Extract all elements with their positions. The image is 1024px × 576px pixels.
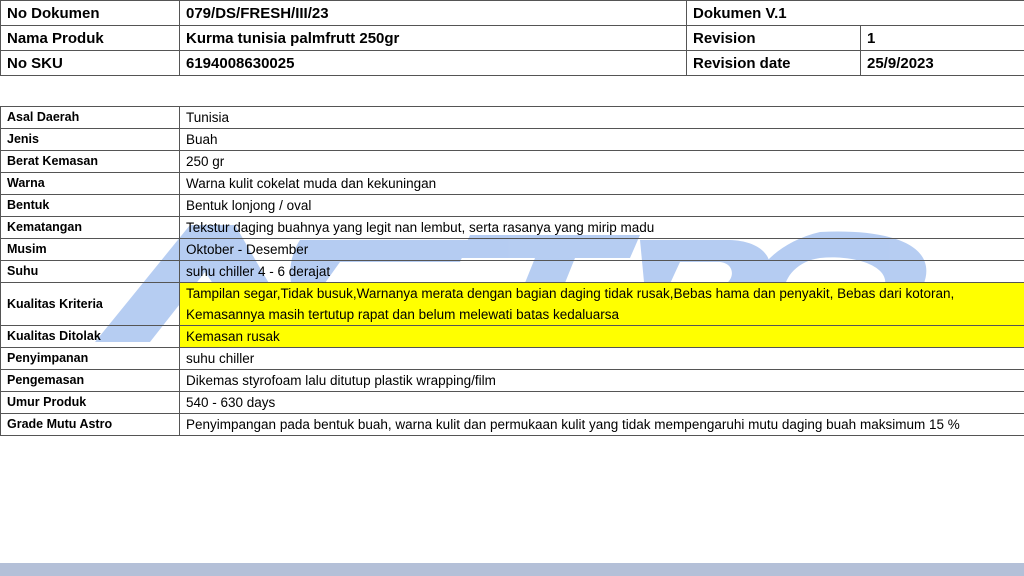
spec-value: Bentuk lonjong / oval [179,194,1024,217]
doc-no-value: 079/DS/FRESH/III/23 [179,0,687,26]
spec-value: 540 - 630 days [179,391,1024,414]
doc-no-label: No Dokumen [0,0,180,26]
spec-row: Asal Daerah Tunisia [0,106,1024,129]
spec-value: 250 gr [179,150,1024,173]
product-label: Nama Produk [0,25,180,51]
header-row: No Dokumen 079/DS/FRESH/III/23 Dokumen V… [0,0,1024,26]
spec-value: Oktober - Desember [179,238,1024,261]
spec-label: Suhu [0,260,180,283]
spec-label: Warna [0,172,180,195]
spec-row: Kematangan Tekstur daging buahnya yang l… [0,216,1024,239]
spec-row: Warna Warna kulit cokelat muda dan kekun… [0,172,1024,195]
spec-row: Jenis Buah [0,128,1024,151]
revision-label: Revision [686,25,861,51]
spec-label: Penyimpanan [0,347,180,370]
spec-value: Tampilan segar,Tidak busuk,Warnanya mera… [179,282,1024,326]
spec-label: Bentuk [0,194,180,217]
slide-footer-bar [0,563,1024,576]
spec-label: Grade Mutu Astro [0,413,180,436]
spec-row-highlighted: Kualitas Kriteria Tampilan segar,Tidak b… [0,282,1024,326]
spec-label: Kualitas Ditolak [0,325,180,348]
spec-row: Suhu suhu chiller 4 - 6 derajat [0,260,1024,283]
spec-label: Kematangan [0,216,180,239]
revision-date-value: 25/9/2023 [860,50,1024,76]
spec-value: Tekstur daging buahnya yang legit nan le… [179,216,1024,239]
spec-label: Umur Produk [0,391,180,414]
spec-row-highlighted: Kualitas Ditolak Kemasan rusak [0,325,1024,348]
sku-label: No SKU [0,50,180,76]
product-spec-table: Asal Daerah Tunisia Jenis Buah Berat Kem… [0,106,1024,436]
spec-row: Penyimpanan suhu chiller [0,347,1024,370]
revision-value: 1 [860,25,1024,51]
spec-value: Tunisia [179,106,1024,129]
spec-value: Warna kulit cokelat muda dan kekuningan [179,172,1024,195]
spec-value: Penyimpangan pada bentuk buah, warna kul… [179,413,1024,436]
spec-label: Kualitas Kriteria [0,282,180,326]
spec-value-line: Kemasannya masih tertutup rapat dan belu… [186,307,619,322]
spec-row: Umur Produk 540 - 630 days [0,391,1024,414]
spec-row: Musim Oktober - Desember [0,238,1024,261]
header-row: No SKU 6194008630025 Revision date 25/9/… [0,50,1024,76]
spec-row: Pengemasan Dikemas styrofoam lalu ditutu… [0,369,1024,392]
spec-value: Kemasan rusak [179,325,1024,348]
spec-label: Berat Kemasan [0,150,180,173]
header-row: Nama Produk Kurma tunisia palmfrutt 250g… [0,25,1024,51]
spec-row: Bentuk Bentuk lonjong / oval [0,194,1024,217]
product-value: Kurma tunisia palmfrutt 250gr [179,25,687,51]
sku-value: 6194008630025 [179,50,687,76]
revision-date-label: Revision date [686,50,861,76]
doc-version: Dokumen V.1 [686,0,1024,26]
spec-value: Dikemas styrofoam lalu ditutup plastik w… [179,369,1024,392]
spec-label: Asal Daerah [0,106,180,129]
spec-label: Musim [0,238,180,261]
spec-row: Berat Kemasan 250 gr [0,150,1024,173]
spec-value: Buah [179,128,1024,151]
spec-row: Grade Mutu Astro Penyimpangan pada bentu… [0,413,1024,436]
document-header-table: No Dokumen 079/DS/FRESH/III/23 Dokumen V… [0,0,1024,76]
spec-value: suhu chiller [179,347,1024,370]
spec-label: Jenis [0,128,180,151]
spec-value: suhu chiller 4 - 6 derajat [179,260,1024,283]
spec-label: Pengemasan [0,369,180,392]
spec-value-line: Tampilan segar,Tidak busuk,Warnanya mera… [186,286,955,301]
